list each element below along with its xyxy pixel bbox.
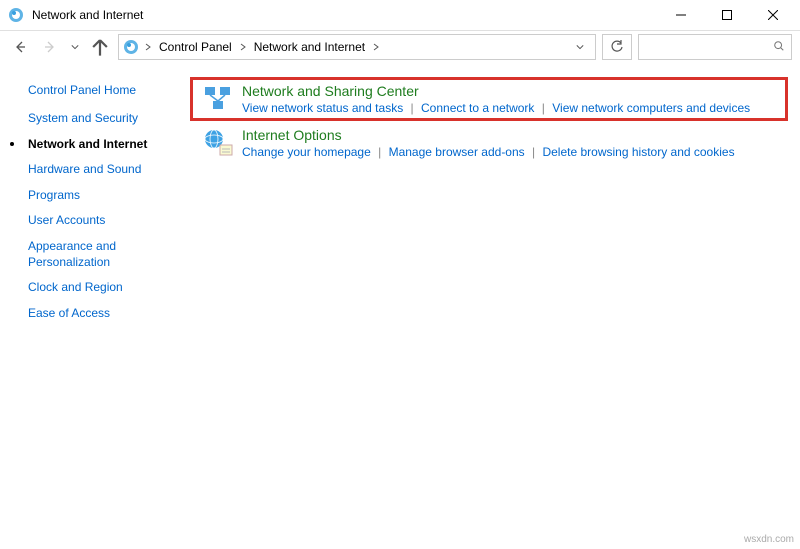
control-panel-icon [8,7,24,23]
forward-button[interactable] [38,35,62,59]
recent-locations-button[interactable] [68,43,82,51]
address-bar[interactable]: Control Panel Network and Internet [118,34,596,60]
window-title: Network and Internet [32,8,143,22]
sidebar-item-clock-and-region[interactable]: Clock and Region [28,280,190,296]
sidebar-item-network-and-internet[interactable]: Network and Internet [28,137,190,153]
internet-options-icon [202,127,234,159]
content-area: Network and Sharing Center View network … [190,73,800,331]
sidebar-item-programs[interactable]: Programs [28,188,190,204]
maximize-button[interactable] [704,0,750,30]
link-manage-addons[interactable]: Manage browser add-ons [389,145,525,159]
caption-buttons [658,0,796,30]
separator: | [378,145,381,159]
watermark: wsxdn.com [744,534,794,545]
title-bar: Network and Internet [0,0,800,31]
search-icon [773,40,785,55]
refresh-button[interactable] [602,34,632,60]
minimize-button[interactable] [658,0,704,30]
section-title-internet-options[interactable]: Internet Options [242,127,780,143]
control-panel-home-link[interactable]: Control Panel Home [28,83,190,97]
breadcrumb-network-and-internet[interactable]: Network and Internet [252,40,367,54]
link-change-homepage[interactable]: Change your homepage [242,145,371,159]
sidebar-item-hardware-and-sound[interactable]: Hardware and Sound [28,162,190,178]
search-input[interactable] [638,34,792,60]
sidebar-item-user-accounts[interactable]: User Accounts [28,213,190,229]
section-title-network-and-sharing-center[interactable]: Network and Sharing Center [242,83,780,99]
chevron-right-icon[interactable] [238,43,248,51]
separator: | [532,145,535,159]
section-internet-options: Internet Options Change your homepage | … [190,121,788,165]
section-network-and-sharing-center: Network and Sharing Center View network … [190,77,788,121]
client-area: Control Panel Home System and Security N… [0,63,800,331]
breadcrumb-control-panel[interactable]: Control Panel [157,40,234,54]
chevron-right-icon[interactable] [371,43,381,51]
back-button[interactable] [8,35,32,59]
link-connect-to-network[interactable]: Connect to a network [421,101,534,115]
chevron-right-icon[interactable] [143,43,153,51]
sidebar-item-system-and-security[interactable]: System and Security [28,111,190,127]
navigation-bar: Control Panel Network and Internet [0,31,800,63]
sidebar-item-appearance-and-personalization[interactable]: Appearance and Personalization [28,239,190,270]
sidebar-item-ease-of-access[interactable]: Ease of Access [28,306,190,322]
address-history-button[interactable] [569,43,591,51]
sidebar: Control Panel Home System and Security N… [0,73,190,331]
separator: | [542,101,545,115]
link-delete-browsing-history[interactable]: Delete browsing history and cookies [542,145,734,159]
window: Network and Internet [0,0,800,549]
close-button[interactable] [750,0,796,30]
up-button[interactable] [88,35,112,59]
folder-icon [123,39,139,55]
separator: | [411,101,414,115]
link-view-network-status[interactable]: View network status and tasks [242,101,403,115]
network-sharing-icon [202,83,234,115]
link-view-network-computers[interactable]: View network computers and devices [552,101,750,115]
